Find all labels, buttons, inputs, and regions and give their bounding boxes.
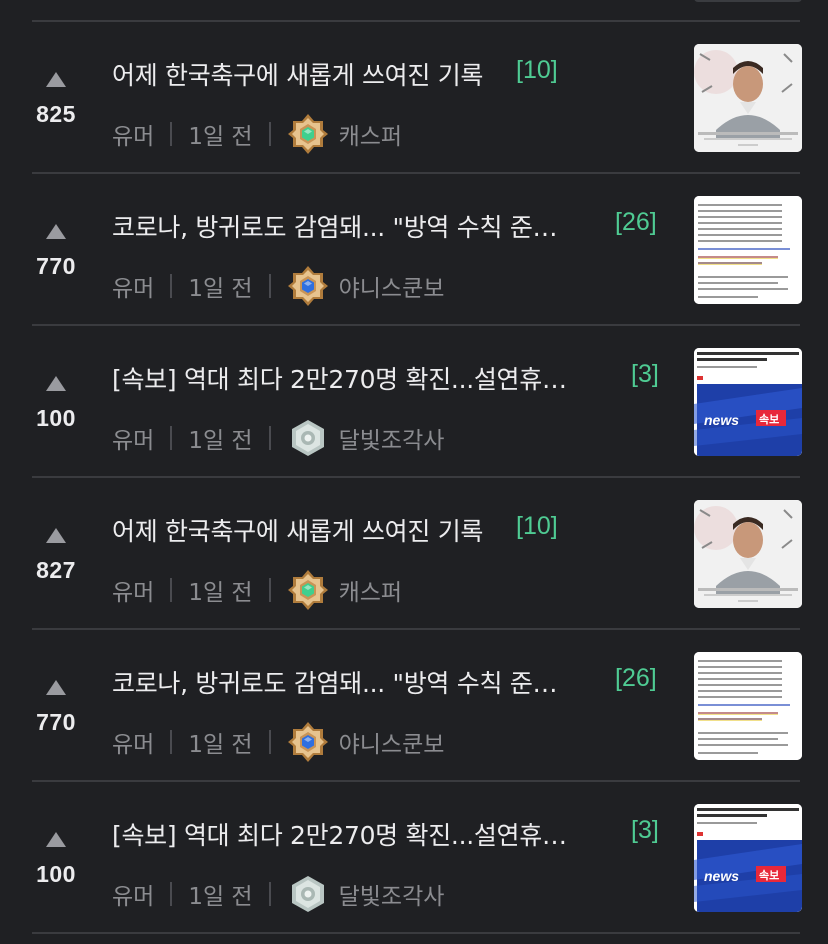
meta-separator [170, 882, 173, 906]
upvote-arrow-icon[interactable] [46, 528, 66, 543]
post-title[interactable]: 어제 한국축구에 새롭게 쓰여진 기록 [112, 56, 672, 92]
meta-separator [170, 426, 173, 450]
meta-separator [268, 578, 271, 602]
post-time: 1일 전 [188, 428, 253, 454]
post-meta: 유머 1일 전 캐스퍼 [112, 570, 402, 610]
post-author[interactable]: 캐스퍼 [339, 117, 402, 151]
comment-count[interactable]: [3] [631, 816, 659, 845]
meta-separator [268, 730, 271, 754]
post-title[interactable]: [속보] 역대 최다 2만270명 확진...설연휴… [112, 816, 582, 852]
post-category: 유머 [112, 428, 155, 454]
vote-count: 770 [36, 253, 76, 279]
list-item[interactable]: 825 어제 한국축구에 새롭게 쓰여진 기록 [10] 유머 1일 전 캐스퍼 [0, 22, 828, 174]
list-item[interactable]: 770 코로나, 방귀로도 감염돼... "방역 수칙 준… [26] 유머 1… [0, 174, 828, 326]
news-tag-text: 속보 [759, 413, 780, 426]
vote-count: 100 [36, 861, 76, 887]
post-thumbnail[interactable] [694, 44, 802, 152]
upvote-arrow-icon[interactable] [46, 832, 66, 847]
vote-box: 770 [28, 680, 84, 736]
post-thumbnail[interactable] [694, 652, 802, 760]
upvote-arrow-icon[interactable] [46, 680, 66, 695]
post-time: 1일 전 [188, 124, 253, 150]
post-thumbnail[interactable]: news 속보 [694, 348, 802, 456]
post-category: 유머 [112, 732, 155, 758]
vote-box: 100 [28, 376, 84, 432]
post-category: 유머 [112, 124, 155, 150]
vote-box: 100 [28, 832, 84, 888]
upvote-arrow-icon[interactable] [46, 376, 66, 391]
post-title[interactable]: 코로나, 방귀로도 감염돼... "방역 수칙 준… [112, 664, 582, 700]
user-level-badge-icon [287, 113, 329, 155]
vote-box: 770 [28, 224, 84, 280]
post-time: 1일 전 [188, 276, 253, 302]
post-author[interactable]: 달빛조각사 [339, 877, 445, 911]
upvote-arrow-icon[interactable] [46, 72, 66, 87]
previous-thumbnail-edge[interactable] [694, 0, 802, 2]
meta-separator [170, 578, 173, 602]
post-category: 유머 [112, 276, 155, 302]
post-time: 1일 전 [188, 732, 253, 758]
post-author[interactable]: 캐스퍼 [339, 573, 402, 607]
upvote-arrow-icon[interactable] [46, 224, 66, 239]
comment-count[interactable]: [3] [631, 360, 659, 389]
post-meta: 유머 1일 전 캐스퍼 [112, 114, 402, 154]
meta-separator [268, 426, 271, 450]
post-title[interactable]: 어제 한국축구에 새롭게 쓰여진 기록 [112, 512, 672, 548]
news-logo-text: news [704, 868, 740, 884]
comment-count[interactable]: [10] [516, 512, 558, 541]
post-time: 1일 전 [188, 580, 253, 606]
vote-count: 827 [36, 557, 76, 583]
post-thumbnail[interactable]: news 속보 [694, 804, 802, 912]
post-author[interactable]: 달빛조각사 [339, 421, 445, 455]
user-level-badge-icon [287, 721, 329, 763]
post-category: 유머 [112, 884, 155, 910]
meta-separator [268, 274, 271, 298]
meta-separator [170, 274, 173, 298]
post-time: 1일 전 [188, 884, 253, 910]
meta-separator [170, 122, 173, 146]
post-title[interactable]: 코로나, 방귀로도 감염돼... "방역 수칙 준… [112, 208, 582, 244]
user-level-badge-icon [287, 417, 329, 459]
post-author[interactable]: 야니스쿤보 [339, 269, 445, 303]
comment-count[interactable]: [26] [615, 208, 657, 237]
comment-count[interactable]: [10] [516, 56, 558, 85]
vote-box: 825 [28, 72, 84, 128]
user-level-badge-icon [287, 873, 329, 915]
list-item[interactable]: 100 [속보] 역대 최다 2만270명 확진...설연휴… [3] 유머 1… [0, 326, 828, 478]
vote-count: 825 [36, 101, 76, 127]
vote-count: 770 [36, 709, 76, 735]
meta-separator [268, 122, 271, 146]
post-meta: 유머 1일 전 달빛조각사 [112, 418, 444, 458]
vote-count: 100 [36, 405, 76, 431]
post-category: 유머 [112, 580, 155, 606]
comment-count[interactable]: [26] [615, 664, 657, 693]
meta-separator [268, 882, 271, 906]
list-item[interactable]: 770 코로나, 방귀로도 감염돼... "방역 수칙 준… [26] 유머 1… [0, 630, 828, 782]
post-meta: 유머 1일 전 야니스쿤보 [112, 722, 444, 762]
row-divider [32, 932, 800, 934]
post-meta: 유머 1일 전 야니스쿤보 [112, 266, 444, 306]
list-item[interactable]: 827 어제 한국축구에 새롭게 쓰여진 기록 [10] 유머 1일 전 캐스퍼 [0, 478, 828, 630]
user-level-badge-icon [287, 569, 329, 611]
user-level-badge-icon [287, 265, 329, 307]
post-thumbnail[interactable] [694, 500, 802, 608]
vote-box: 827 [28, 528, 84, 584]
post-meta: 유머 1일 전 달빛조각사 [112, 874, 444, 914]
list-item[interactable]: 100 [속보] 역대 최다 2만270명 확진...설연휴… [3] 유머 1… [0, 782, 828, 934]
post-title[interactable]: [속보] 역대 최다 2만270명 확진...설연휴… [112, 360, 582, 396]
news-logo-text: news [704, 412, 740, 428]
post-author[interactable]: 야니스쿤보 [339, 725, 445, 759]
news-tag-text: 속보 [759, 869, 780, 882]
post-thumbnail[interactable] [694, 196, 802, 304]
meta-separator [170, 730, 173, 754]
